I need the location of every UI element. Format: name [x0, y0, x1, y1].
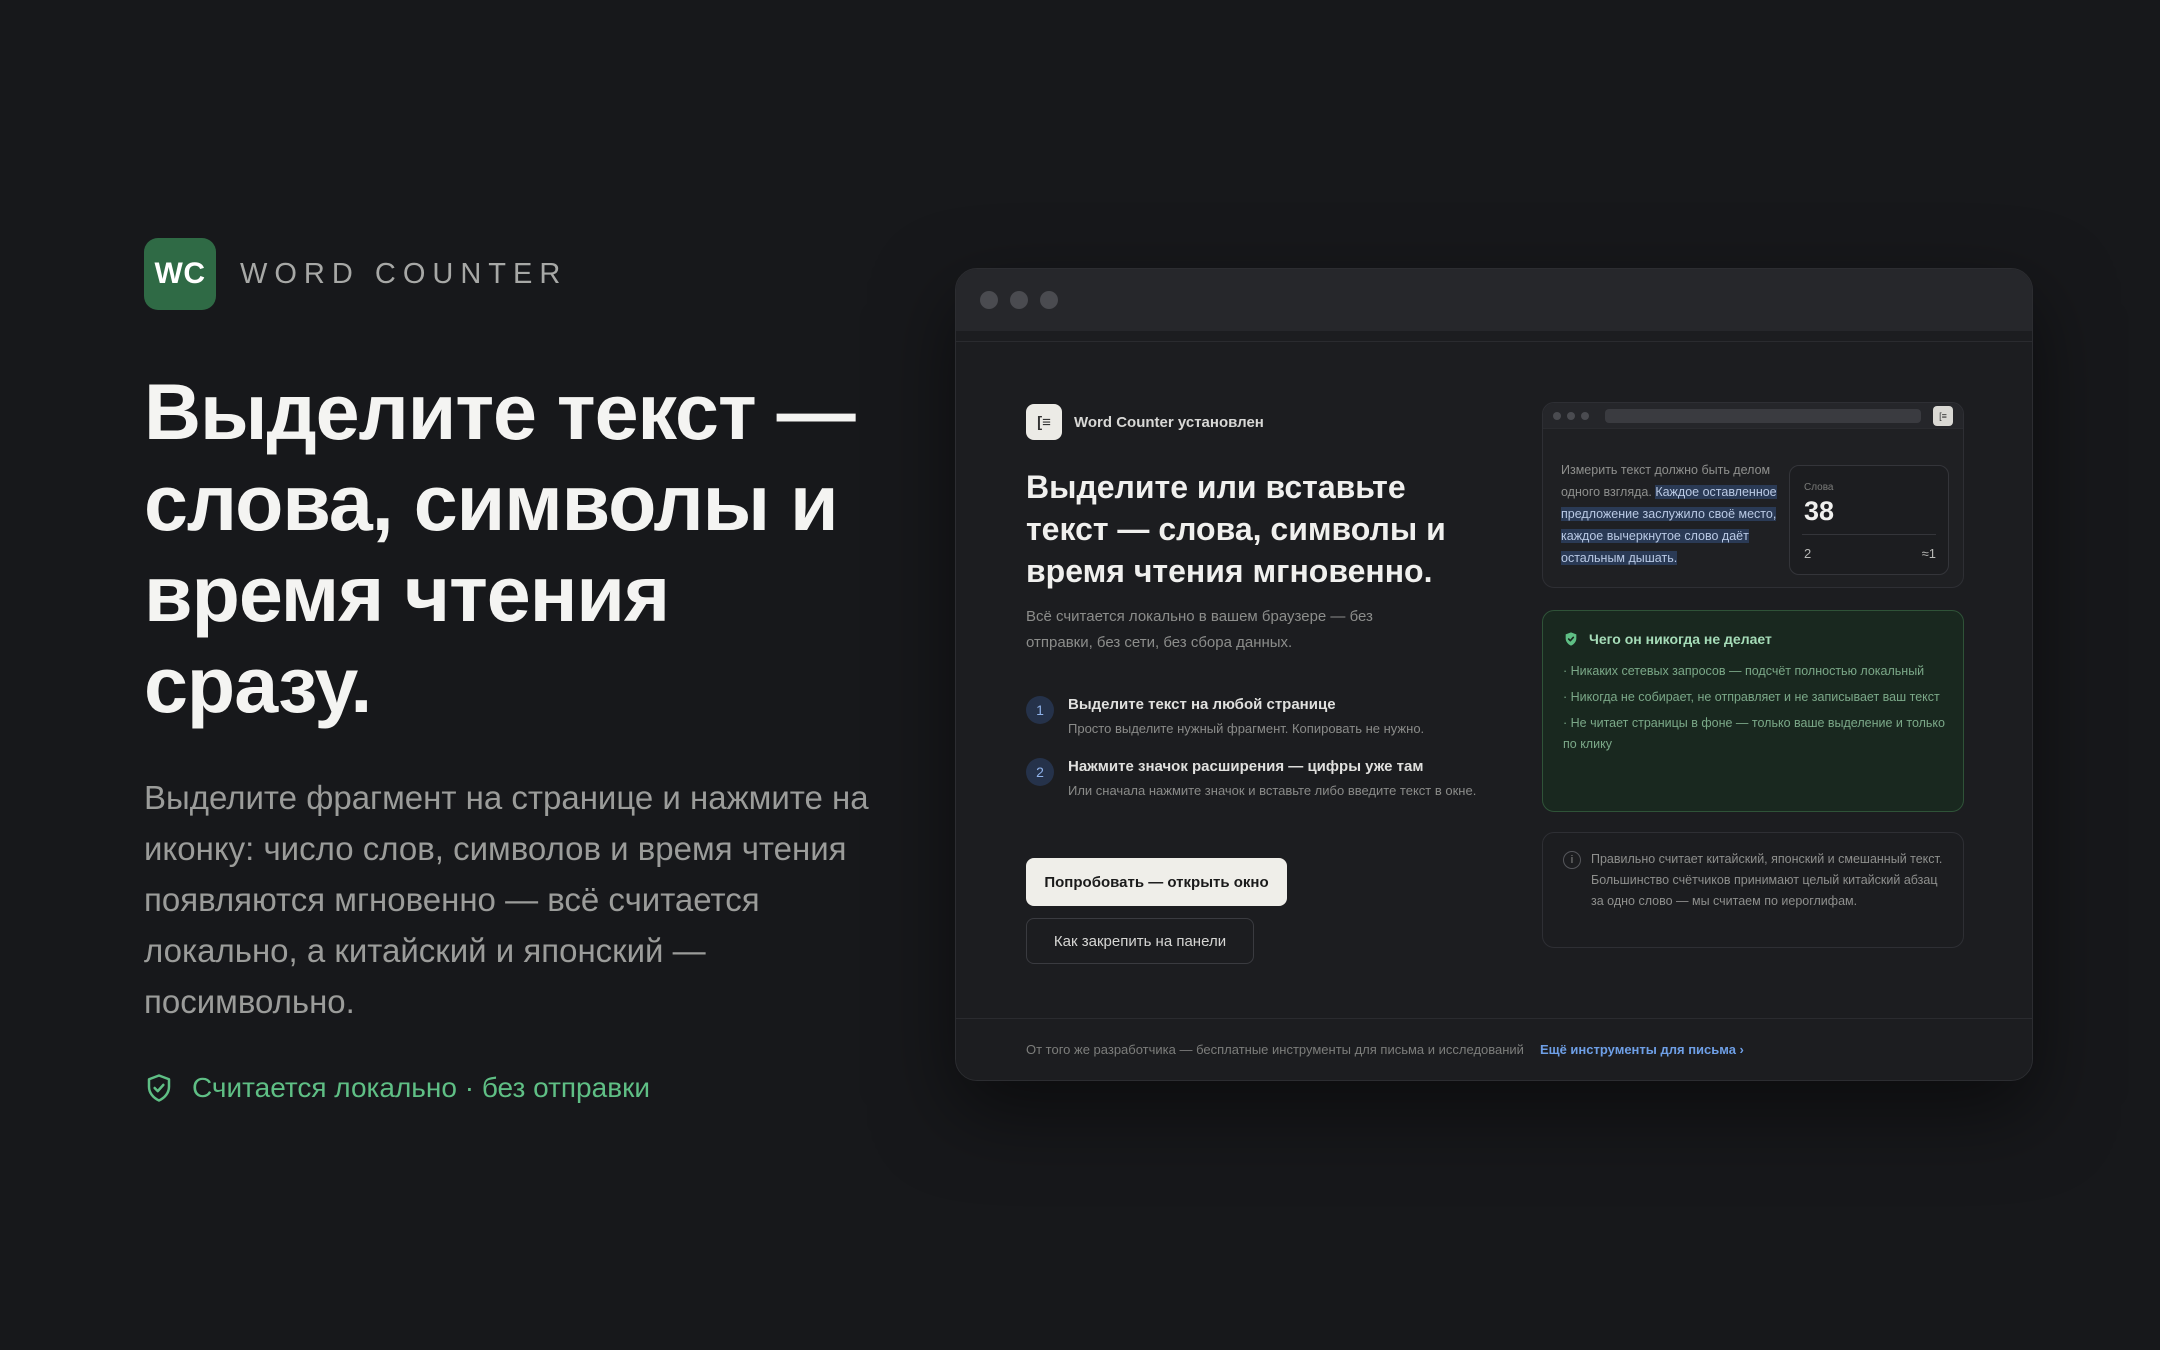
never-does-list: · Никаких сетевых запросов — подсчёт пол… [1563, 661, 1953, 760]
brand-name: WORD COUNTER [240, 257, 568, 290]
never-does-panel: Чего он никогда не делает · Никаких сете… [1542, 610, 1964, 812]
welcome-page: [≡ Word Counter установлен Выделите или … [956, 341, 2032, 1080]
pin-to-toolbar-button[interactable]: Как закрепить на панели [1026, 918, 1254, 964]
browser-mockup: [≡ Word Counter установлен Выделите или … [955, 268, 2033, 1081]
hero-title: Выделите текст — слова, символы и время … [144, 367, 856, 729]
counter-divider [1802, 534, 1936, 535]
step-title: Выделите текст на любой странице [1068, 696, 1336, 713]
footer-text: От того же разработчика — бесплатные инс… [1026, 1042, 1524, 1057]
step-2: 2 Нажмите значок расширения — цифры уже … [1026, 756, 1486, 801]
preview-text: Измерить текст должно быть делом одного … [1561, 459, 1801, 569]
preview-dot [1581, 411, 1589, 420]
open-window-button[interactable]: Попробовать — открыть окно [1026, 858, 1287, 906]
list-item: · Никогда не собирает, не отправляет и н… [1563, 690, 1940, 704]
local-note: Считается локально · без отправки [144, 1072, 650, 1104]
list-item: · Не читает страницы в фоне — только ваш… [1563, 716, 1945, 751]
logo: WC [144, 238, 216, 310]
counter-secondary-left: 2 [1804, 546, 1812, 561]
browser-titlebar [956, 269, 2032, 331]
installed-label: Word Counter установлен [1074, 413, 1264, 431]
step-description: Просто выделите нужный фрагмент. Копиров… [1068, 721, 1425, 736]
shield-check-icon [147, 1074, 171, 1102]
word-count-popover: Слова 38 2 ≈1 [1789, 465, 1949, 575]
local-note-text: Считается локально · без отправки [192, 1072, 650, 1103]
preview-titlebar: [≡ [1543, 403, 1963, 429]
counter-value: 38 [1804, 496, 1835, 526]
more-tools-link[interactable]: Ещё инструменты для письма › [1540, 1042, 1744, 1057]
demo-preview: [≡ Измерить текст должно быть делом одно… [1542, 402, 1964, 588]
window-dot-maximize [1040, 291, 1058, 309]
counter-secondary-right: ≈1 [1921, 546, 1936, 561]
window-dot-close [980, 291, 998, 309]
installed-badge: [≡ Word Counter установлен [1026, 404, 1264, 440]
preview-extension-icon: [≡ [1933, 405, 1953, 426]
shield-check-icon [1565, 632, 1577, 646]
step-1: 1 Выделите текст на любой странице Прост… [1026, 694, 1486, 739]
extension-icon: [≡ [1026, 404, 1062, 440]
step-number: 2 [1026, 758, 1054, 786]
never-does-header: Чего он никогда не делает [1563, 631, 1772, 647]
step-description: Или сначала нажмите значок и вставьте ли… [1068, 783, 1477, 798]
cjk-info-panel: i Правильно считает китайский, японский … [1542, 832, 1964, 948]
welcome-title: Выделите или вставьте текст — слова, сим… [1026, 469, 1446, 589]
info-icon: i [1563, 851, 1581, 869]
never-does-title: Чего он никогда не делает [1589, 631, 1772, 647]
step-title: Нажмите значок расширения — цифры уже та… [1068, 758, 1424, 775]
info-text: Правильно считает китайский, японский и … [1591, 852, 1943, 908]
list-item: · Никаких сетевых запросов — подсчёт пол… [1563, 664, 1925, 678]
brand: WC WORD COUNTER [144, 238, 567, 310]
step-number: 1 [1026, 696, 1054, 724]
window-dot-minimize [1010, 291, 1028, 309]
page-footer: От того же разработчика — бесплатные инс… [956, 1018, 2032, 1080]
welcome-subtitle: Всё считается локально в вашем браузере … [1026, 608, 1373, 651]
preview-dot [1553, 411, 1561, 420]
preview-address-bar [1605, 408, 1921, 423]
preview-dot [1567, 411, 1575, 420]
hero-description: Выделите фрагмент на странице и нажмите … [144, 779, 869, 1020]
counter-label: Слова [1804, 482, 1834, 493]
